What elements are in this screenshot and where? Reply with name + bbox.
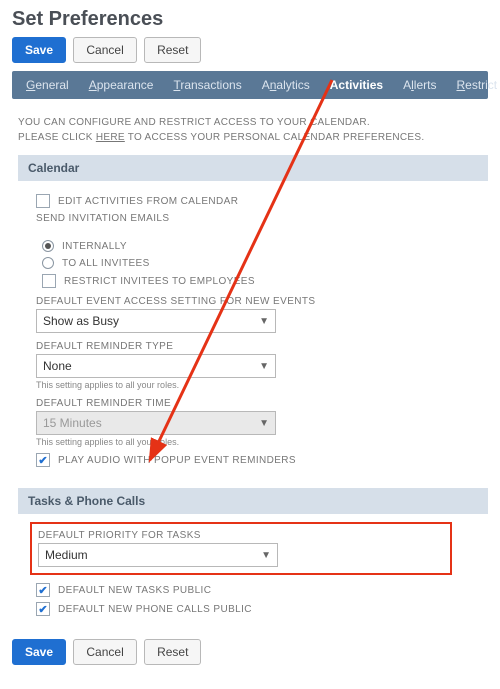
intro-text: YOU CAN CONFIGURE AND RESTRICT ACCESS TO… xyxy=(18,115,488,145)
tab-alerts[interactable]: Allerts xyxy=(393,71,446,99)
default-reminder-type-label: DEFAULT REMINDER TYPE xyxy=(36,341,482,352)
cancel-button-bottom[interactable]: Cancel xyxy=(73,639,136,665)
reminder-time-note: This setting applies to all your roles. xyxy=(36,437,482,447)
calendar-section: Calendar EDIT ACTIVITIES FROM CALENDAR S… xyxy=(18,155,488,476)
default-reminder-time-label: DEFAULT REMINDER TIME xyxy=(36,398,482,409)
default-reminder-type-select[interactable]: None ▼ xyxy=(36,354,276,378)
top-button-row: Save Cancel Reset xyxy=(12,37,488,63)
new-calls-public-checkbox[interactable] xyxy=(36,602,50,616)
reset-button-bottom[interactable]: Reset xyxy=(144,639,201,665)
intro-line2: PLEASE CLICK HERE TO ACCESS YOUR PERSONA… xyxy=(18,130,488,145)
default-priority-label: DEFAULT PRIORITY FOR TASKS xyxy=(38,530,444,541)
tab-bar: General Appearance Transactions Analytic… xyxy=(12,71,488,99)
chevron-down-icon: ▼ xyxy=(261,550,271,561)
restrict-employees-checkbox[interactable] xyxy=(42,274,56,288)
default-priority-value: Medium xyxy=(45,548,88,562)
send-invitation-label: SEND INVITATION EMAILS xyxy=(36,213,169,224)
reset-button[interactable]: Reset xyxy=(144,37,201,63)
invite-all-radio[interactable] xyxy=(42,257,54,269)
play-audio-label: PLAY AUDIO WITH POPUP EVENT REMINDERS xyxy=(58,455,296,466)
tab-analytics[interactable]: Analytics xyxy=(252,71,320,99)
chevron-down-icon: ▼ xyxy=(259,361,269,372)
default-access-label: DEFAULT EVENT ACCESS SETTING FOR NEW EVE… xyxy=(36,296,482,307)
chevron-down-icon: ▼ xyxy=(259,418,269,429)
reminder-type-note: This setting applies to all your roles. xyxy=(36,380,482,390)
play-audio-checkbox[interactable] xyxy=(36,453,50,467)
save-button[interactable]: Save xyxy=(12,37,66,63)
invite-internally-label: INTERNALLY xyxy=(62,241,127,252)
default-priority-select[interactable]: Medium ▼ xyxy=(38,543,278,567)
cancel-button[interactable]: Cancel xyxy=(73,37,136,63)
save-button-bottom[interactable]: Save xyxy=(12,639,66,665)
invite-all-label: TO ALL INVITEES xyxy=(62,258,150,269)
new-tasks-public-label: DEFAULT NEW TASKS PUBLIC xyxy=(58,585,211,596)
here-link[interactable]: HERE xyxy=(96,132,125,143)
default-access-select[interactable]: Show as Busy ▼ xyxy=(36,309,276,333)
tab-transactions[interactable]: Transactions xyxy=(163,71,251,99)
tab-activities[interactable]: Activities xyxy=(320,71,393,99)
restrict-employees-label: RESTRICT INVITEES TO EMPLOYEES xyxy=(64,276,255,287)
tab-general[interactable]: General xyxy=(16,71,79,99)
tab-restrict-view[interactable]: Restrict View xyxy=(446,71,500,99)
default-reminder-type-value: None xyxy=(43,359,72,373)
bottom-button-row: Save Cancel Reset xyxy=(12,639,488,665)
intro-line1: YOU CAN CONFIGURE AND RESTRICT ACCESS TO… xyxy=(18,115,488,130)
new-tasks-public-checkbox[interactable] xyxy=(36,583,50,597)
tab-appearance[interactable]: Appearance xyxy=(79,71,164,99)
tasks-section: Tasks & Phone Calls DEFAULT PRIORITY FOR… xyxy=(18,488,488,625)
page-title: Set Preferences xyxy=(12,8,488,31)
calendar-header: Calendar xyxy=(18,155,488,181)
default-reminder-time-select[interactable]: 15 Minutes ▼ xyxy=(36,411,276,435)
new-calls-public-label: DEFAULT NEW PHONE CALLS PUBLIC xyxy=(58,604,252,615)
tasks-header: Tasks & Phone Calls xyxy=(18,488,488,514)
chevron-down-icon: ▼ xyxy=(259,316,269,327)
preferences-page: Set Preferences Save Cancel Reset Genera… xyxy=(0,0,500,689)
default-access-value: Show as Busy xyxy=(43,314,119,328)
invite-internally-radio[interactable] xyxy=(42,240,54,252)
edit-activities-checkbox[interactable] xyxy=(36,194,50,208)
edit-activities-label: EDIT ACTIVITIES FROM CALENDAR xyxy=(58,196,238,207)
default-reminder-time-value: 15 Minutes xyxy=(43,416,102,430)
priority-highlight-box: DEFAULT PRIORITY FOR TASKS Medium ▼ xyxy=(30,522,452,575)
